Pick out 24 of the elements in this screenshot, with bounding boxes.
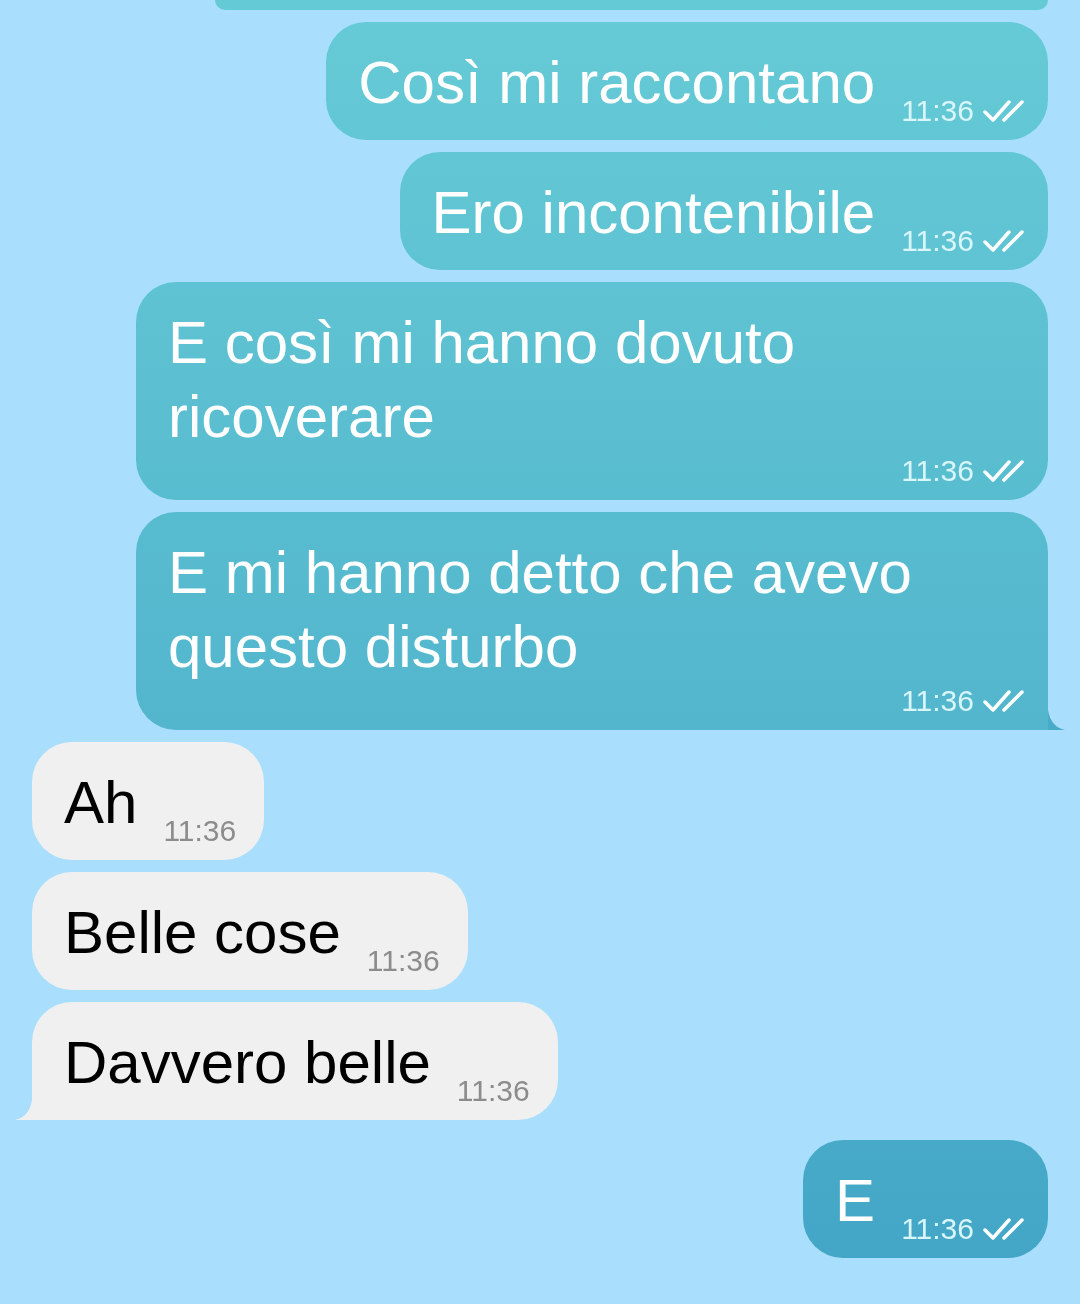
message-time: 11:36	[163, 814, 237, 848]
message-time: 11:36	[901, 684, 974, 718]
message-bubble[interactable]: Così mi raccontano 11:36	[326, 22, 1048, 140]
message-text: Ero incontenibile	[431, 178, 876, 248]
message-bubble[interactable]: E 11:36	[803, 1140, 1048, 1258]
message-time: 11:36	[901, 1212, 974, 1246]
message-text: E così mi hanno dovuto ricoverare	[168, 308, 797, 452]
message-text: Così mi raccontano	[358, 48, 876, 118]
message-time: 11:36	[901, 454, 974, 488]
message-bubble[interactable]: Belle cose 11:36	[32, 872, 468, 990]
message-time: 11:36	[901, 224, 974, 258]
message-bubble[interactable]: E così mi hanno dovuto ricoverare 11:36	[136, 282, 1048, 500]
message-time: 11:36	[366, 944, 440, 978]
message-bubble[interactable]: Ero incontenibile 11:36	[399, 152, 1048, 270]
message-bubble[interactable]: Ah 11:36	[32, 742, 265, 860]
message-text: Davvero belle	[64, 1028, 431, 1098]
message-text: Belle cose	[64, 898, 341, 968]
message-bubble[interactable]: Davvero belle 11:36	[32, 1002, 558, 1120]
message-time: 11:36	[456, 1074, 530, 1108]
message-bubble[interactable]: E mi hanno detto che avevo questo disturbo 11:36	[136, 512, 1048, 730]
message-text: E	[835, 1166, 876, 1236]
message-text: Ah	[64, 768, 138, 838]
message-time: 11:36	[901, 94, 974, 128]
message-text: E mi hanno detto che avevo questo disturbo	[168, 538, 913, 682]
